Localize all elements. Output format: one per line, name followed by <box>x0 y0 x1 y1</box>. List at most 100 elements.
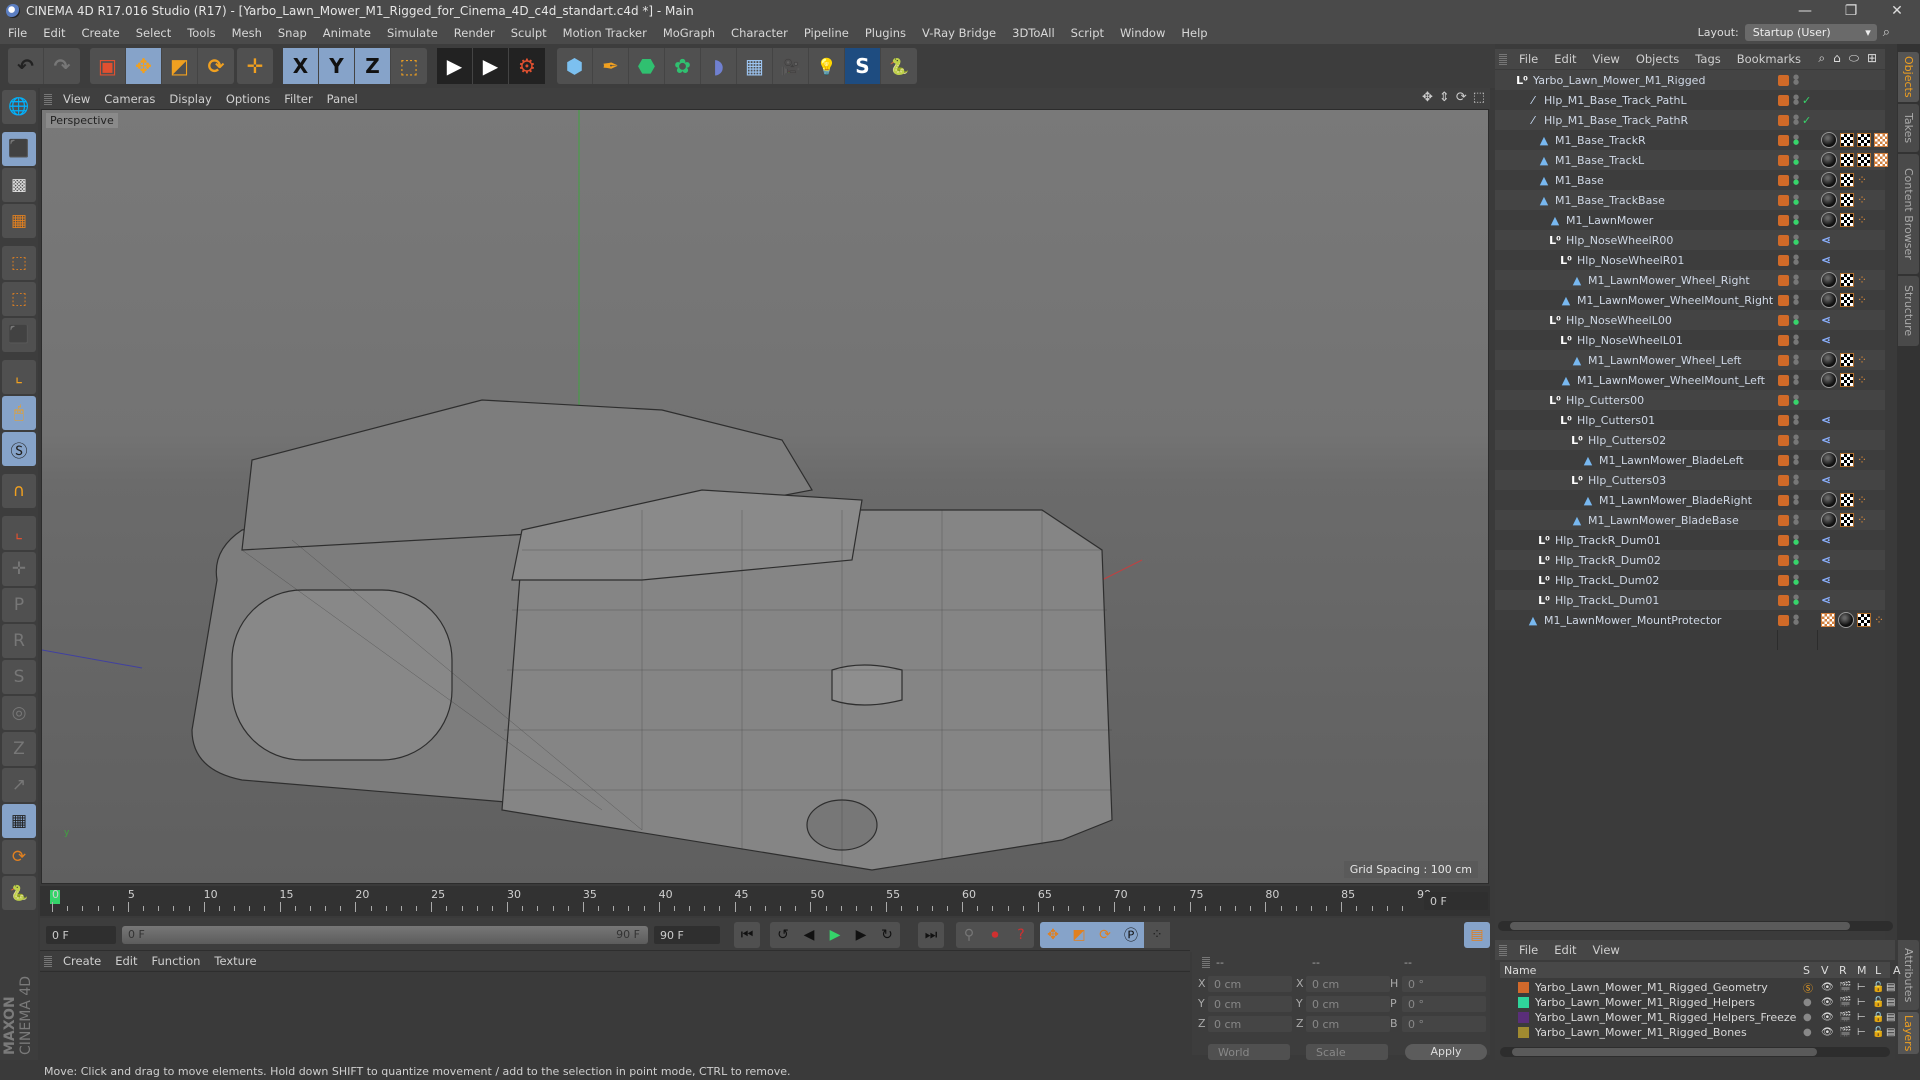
layer-manager-icon[interactable]: ⊢ <box>1857 1012 1866 1023</box>
visibility-dots[interactable]: ● ● <box>1793 474 1799 486</box>
visibility-dots[interactable]: ● ● <box>1793 94 1799 106</box>
render-view-icon[interactable]: ▶ <box>437 48 473 84</box>
texture-tag-icon[interactable] <box>1840 153 1854 167</box>
lock-open-icon[interactable]: 🔓 <box>1872 982 1884 993</box>
object-row[interactable]: L⁰ Hlp_Cutters02 ● ● ⋖ <box>1495 430 1885 450</box>
layer-solo-icon[interactable]: ● <box>1803 997 1812 1008</box>
visibility-dots[interactable]: ● ● <box>1793 514 1799 526</box>
layer-solo-icon[interactable]: Ⓢ <box>1803 980 1813 995</box>
menu-window[interactable]: Window <box>1112 26 1173 40</box>
layer-color-swatch[interactable] <box>1778 134 1789 146</box>
layer-color-swatch[interactable] <box>1518 1027 1529 1038</box>
object-row[interactable]: ▲ M1_Base ● ● ⁘ <box>1495 170 1885 190</box>
deformer-icon[interactable]: ◗ <box>701 48 737 84</box>
ik-tag-icon[interactable]: ⋖ <box>1821 233 1835 247</box>
visibility-dots[interactable]: ● ● <box>1793 314 1799 326</box>
render-picture-viewer-icon[interactable]: ▶ <box>473 48 509 84</box>
scrollbar-thumb[interactable] <box>1510 922 1850 930</box>
axis-lock-icon[interactable]: ⌞ <box>2 516 36 550</box>
layer-color-swatch[interactable] <box>1778 394 1789 406</box>
texture-tag-icon[interactable] <box>1840 213 1854 227</box>
ik-tag-icon[interactable]: ⋖ <box>1821 313 1835 327</box>
visibility-dots[interactable]: ● ● <box>1793 194 1799 206</box>
texture-tag-icon[interactable] <box>1840 173 1854 187</box>
move-p-icon[interactable]: P <box>2 588 36 622</box>
model-mode-icon[interactable]: ⬛ <box>2 132 36 166</box>
menu-animate[interactable]: Animate <box>315 26 379 40</box>
layer-horizontal-scrollbar[interactable] <box>1500 1047 1890 1057</box>
lock-open-icon[interactable]: 🔓 <box>1872 997 1884 1008</box>
material-tag-icon[interactable] <box>1821 152 1837 168</box>
layer-animation-icon[interactable]: ▤ <box>1886 1027 1895 1038</box>
object-name[interactable]: M1_Base_TrackBase <box>1555 194 1665 207</box>
subdivision-surface-icon[interactable]: ⬣ <box>629 48 665 84</box>
move-target-icon[interactable]: ◎ <box>2 696 36 730</box>
material-tag-icon[interactable] <box>1821 372 1837 388</box>
object-row[interactable]: ▲ M1_Base_TrackBase ● ● ⁘ <box>1495 190 1885 210</box>
object-menu-view[interactable]: View <box>1585 52 1628 66</box>
layer-color-swatch[interactable] <box>1778 354 1789 366</box>
coord-rotation-y-field[interactable]: 0 ° <box>1402 996 1486 1012</box>
layer-color-swatch[interactable] <box>1778 494 1789 506</box>
object-row[interactable]: L⁰ Hlp_TrackR_Dum02 ● ● ⋖ <box>1495 550 1885 570</box>
object-row[interactable]: L⁰ Hlp_TrackL_Dum02 ● ● ⋖ <box>1495 570 1885 590</box>
maximize-view-icon[interactable]: ⬚ <box>1473 90 1485 105</box>
visibility-dots[interactable]: ● ● <box>1793 454 1799 466</box>
z-axis-lock-icon[interactable]: Z <box>355 48 391 84</box>
layer-color-swatch[interactable] <box>1778 234 1789 246</box>
visibility-dots[interactable]: ● ● <box>1793 374 1799 386</box>
object-menu-tags[interactable]: Tags <box>1687 52 1728 66</box>
object-menu-edit[interactable]: Edit <box>1546 52 1584 66</box>
layer-color-swatch[interactable] <box>1778 314 1789 326</box>
visibility-dots[interactable]: ● ● <box>1793 254 1799 266</box>
material-area[interactable] <box>40 971 1190 1055</box>
material-tag-icon[interactable] <box>1821 352 1837 368</box>
viewport-menu-cameras[interactable]: Cameras <box>97 92 162 106</box>
coordinate-system-icon[interactable]: ⬚ <box>391 48 427 84</box>
object-name[interactable]: Hlp_Cutters03 <box>1588 474 1666 487</box>
object-row[interactable]: ▲ M1_LawnMower_WheelMount_Left ● ● ⁘ <box>1495 370 1885 390</box>
object-row[interactable]: ⁄ Hlp_M1_Base_Track_PathL ● ● ✓ <box>1495 90 1885 110</box>
live-selection-icon[interactable]: ▣ <box>90 48 126 84</box>
object-row[interactable]: ▲ M1_LawnMower_BladeRight ● ● ⁘ <box>1495 490 1885 510</box>
visibility-dots[interactable]: ● ● <box>1793 134 1799 146</box>
layer-visible-icon[interactable]: 👁 <box>1821 1027 1834 1038</box>
coord-size-z-field[interactable]: 0 cm <box>1306 1016 1390 1032</box>
object-row[interactable]: L⁰ Hlp_NoseWheelL01 ● ● ⋖ <box>1495 330 1885 350</box>
layer-visible-icon[interactable]: 👁 <box>1821 1012 1834 1023</box>
layer-manager-icon[interactable]: ⊢ <box>1857 997 1866 1008</box>
material-menu-create[interactable]: Create <box>56 954 108 968</box>
coord-mode-dropdown[interactable]: Scale <box>1306 1044 1388 1060</box>
texture-tag-icon[interactable] <box>1840 353 1854 367</box>
object-name[interactable]: Hlp_TrackR_Dum01 <box>1555 534 1661 547</box>
visibility-dots[interactable]: ● ● <box>1793 74 1799 86</box>
y-axis-lock-icon[interactable]: Y <box>319 48 355 84</box>
layer-color-swatch[interactable] <box>1518 982 1529 993</box>
visibility-dots[interactable]: ● ● <box>1793 614 1799 626</box>
material-tag-icon[interactable] <box>1838 612 1854 628</box>
layer-menu-edit[interactable]: Edit <box>1546 943 1584 957</box>
menu-help[interactable]: Help <box>1173 26 1215 40</box>
dolly-icon[interactable]: ⇕ <box>1439 90 1450 105</box>
new-window-icon[interactable]: ⊞ <box>1867 51 1877 66</box>
visibility-dots[interactable]: ● ● <box>1793 494 1799 506</box>
visibility-dots[interactable]: ● ● <box>1793 154 1799 166</box>
coord-position-y-field[interactable]: 0 cm <box>1208 996 1292 1012</box>
visibility-dots[interactable]: ● ● <box>1793 334 1799 346</box>
layer-visible-icon[interactable]: 👁 <box>1821 982 1834 993</box>
layer-row[interactable]: Yarbo_Lawn_Mower_M1_Rigged_Geometry Ⓢ 👁 🎬 ⊢ 🔓… <box>1500 980 1895 995</box>
texture-tag-icon[interactable] <box>1840 293 1854 307</box>
object-name[interactable]: Hlp_NoseWheelR01 <box>1577 254 1684 267</box>
lock-open-icon[interactable]: 🔓 <box>1872 1027 1884 1038</box>
object-row[interactable]: ▲ M1_LawnMower_BladeBase ● ● ⁘ <box>1495 510 1885 530</box>
menu-character[interactable]: Character <box>723 26 796 40</box>
object-name[interactable]: M1_LawnMower_BladeRight <box>1599 494 1752 507</box>
weight-tag-icon[interactable]: ⁘ <box>1857 273 1871 287</box>
object-name[interactable]: Hlp_TrackR_Dum02 <box>1555 554 1661 567</box>
weight-tag-icon[interactable]: ⁘ <box>1857 353 1871 367</box>
tab-structure[interactable]: Structure <box>1898 276 1919 346</box>
tab-takes[interactable]: Takes <box>1898 104 1919 152</box>
key-pla-icon[interactable]: ⁘ <box>1144 922 1170 948</box>
ik-tag-icon[interactable]: ⋖ <box>1821 533 1835 547</box>
move-arrow-icon[interactable]: ↗ <box>2 768 36 802</box>
